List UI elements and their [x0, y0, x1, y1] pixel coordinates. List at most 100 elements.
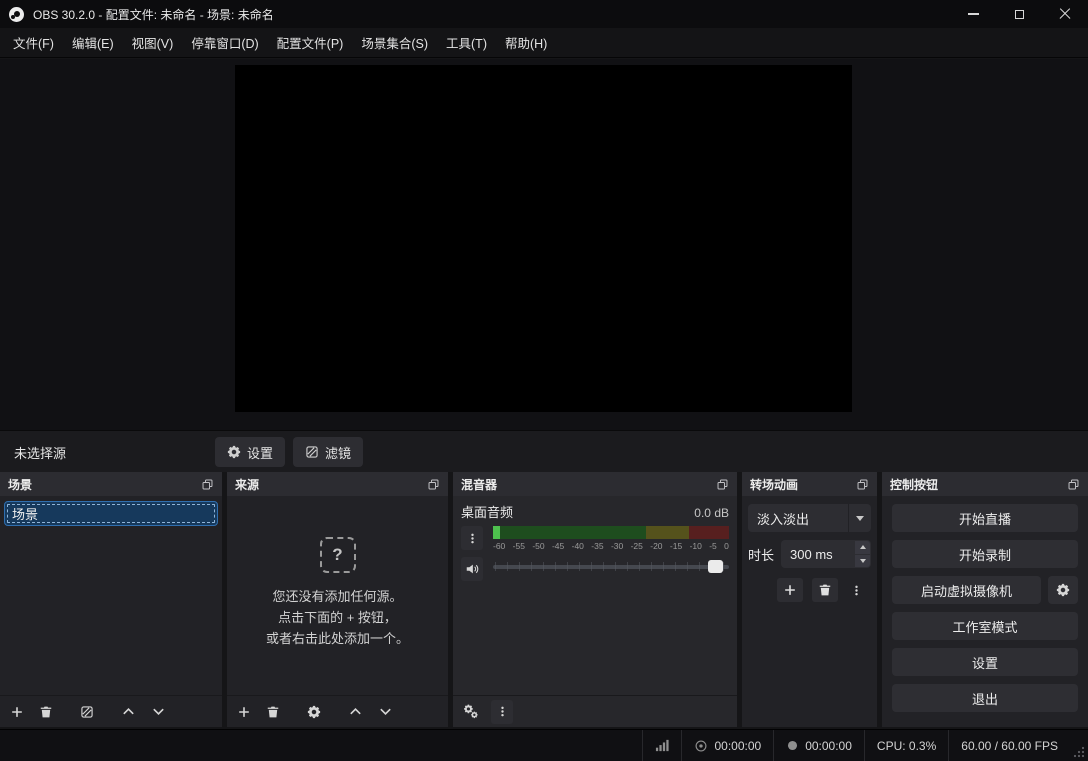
slider-handle[interactable] — [708, 560, 723, 573]
resize-grip[interactable] — [1070, 730, 1088, 761]
network-status — [642, 730, 681, 761]
mixer-menu-button[interactable] — [491, 699, 513, 724]
popout-dock-icon[interactable] — [427, 478, 440, 491]
trash-icon — [819, 584, 831, 596]
sources-empty-line: 点击下面的 + 按钮， — [278, 609, 397, 625]
popout-dock-icon[interactable] — [1067, 478, 1080, 491]
move-scene-up-button[interactable] — [121, 704, 136, 719]
menu-help[interactable]: 帮助(H) — [496, 28, 556, 57]
move-source-down-button[interactable] — [378, 704, 393, 719]
spin-down-button[interactable] — [855, 554, 870, 567]
chevron-down-icon — [380, 708, 391, 715]
move-source-up-button[interactable] — [348, 704, 363, 719]
move-scene-down-button[interactable] — [151, 704, 166, 719]
sources-dock-title: 来源 — [235, 477, 260, 492]
spin-up-button[interactable] — [855, 541, 870, 554]
transition-actions — [777, 578, 871, 602]
virtual-camera-settings-button[interactable] — [1048, 576, 1078, 604]
meter-tick: -30 — [610, 541, 624, 551]
start-streaming-button[interactable]: 开始直播 — [892, 504, 1078, 532]
scene-list-item[interactable]: 场景 — [4, 501, 218, 526]
select-dropdown-button[interactable] — [848, 504, 871, 532]
source-properties-button[interactable]: 设置 — [215, 437, 286, 467]
menu-file[interactable]: 文件(F) — [4, 28, 63, 57]
window-title: OBS 30.2.0 - 配置文件: 未命名 - 场景: 未命名 — [33, 7, 274, 22]
scenes-dock-title: 场景 — [8, 477, 33, 492]
speaker-icon — [466, 564, 479, 574]
channel-menu-button[interactable] — [461, 526, 483, 550]
minimize-button[interactable] — [950, 0, 996, 28]
filters-icon — [305, 445, 319, 459]
audio-level-db: 0.0 dB — [694, 506, 729, 520]
stream-timer: 00:00:00 — [681, 730, 773, 761]
sources-empty-area[interactable]: ? 您还没有添加任何源。 点击下面的 + 按钮， 或者右击此处添加一个。 — [227, 496, 448, 695]
source-context-toolbar: 未选择源 设置 滤镜 — [0, 430, 1088, 472]
volume-slider[interactable] — [493, 559, 729, 574]
dots-vertical-icon — [854, 585, 858, 595]
remove-scene-button[interactable] — [39, 705, 53, 719]
menu-profile[interactable]: 配置文件(P) — [268, 28, 353, 57]
meter-yellow-zone — [646, 526, 689, 539]
filter-icon — [82, 706, 92, 717]
chevron-down-icon — [859, 558, 866, 563]
transition-properties-button[interactable] — [847, 578, 865, 602]
mixer-toolbar — [453, 695, 737, 727]
obs-logo-icon — [9, 6, 24, 22]
controls-dock: 控制按钮 开始直播 开始录制 启动虚拟摄像机 工作室模式 设置 退出 — [882, 472, 1088, 727]
meter-tick: -40 — [571, 541, 584, 551]
maximize-button[interactable] — [996, 0, 1042, 28]
source-properties-label: 设置 — [247, 445, 274, 461]
plus-icon — [239, 706, 249, 717]
statusbar: 00:00:00 00:00:00 CPU: 0.3% 60.00 / 60.0… — [0, 729, 1088, 761]
sources-dock: 来源 ? 您还没有添加任何源。 点击下面的 + 按钮， 或者右击此处添加一个。 — [227, 472, 448, 727]
trash-icon — [40, 706, 52, 717]
controls-dock-title: 控制按钮 — [890, 477, 939, 492]
preview-canvas[interactable] — [235, 65, 852, 412]
meter-tick: -25 — [630, 541, 643, 551]
meter-tick: -5 — [709, 541, 717, 551]
spinbox-arrows — [854, 540, 871, 568]
menu-docks[interactable]: 停靠窗口(D) — [182, 28, 267, 57]
scene-list: 场景 — [0, 496, 222, 695]
start-recording-button[interactable]: 开始录制 — [892, 540, 1078, 568]
mute-button[interactable] — [461, 557, 483, 581]
fps-indicator: 60.00 / 60.00 FPS — [948, 730, 1070, 761]
menu-view[interactable]: 视图(V) — [123, 28, 183, 57]
add-transition-button[interactable] — [777, 578, 803, 602]
sources-dock-header: 来源 — [227, 472, 448, 496]
transition-duration-input[interactable]: 300 ms — [781, 540, 871, 568]
source-filters-button[interactable]: 滤镜 — [293, 437, 364, 467]
source-properties-toolbar-button[interactable] — [307, 705, 321, 719]
exit-button[interactable]: 退出 — [892, 684, 1078, 712]
remove-source-button[interactable] — [266, 705, 280, 719]
advanced-audio-button[interactable] — [463, 704, 479, 719]
controls-panel: 开始直播 开始录制 启动虚拟摄像机 工作室模式 设置 退出 — [882, 496, 1088, 712]
scene-filters-button[interactable] — [80, 705, 94, 719]
remove-transition-button[interactable] — [812, 578, 838, 602]
settings-button[interactable]: 设置 — [892, 648, 1078, 676]
trash-icon — [267, 706, 279, 717]
mixer-dock-title: 混音器 — [461, 477, 498, 492]
start-virtual-camera-button[interactable]: 启动虚拟摄像机 — [892, 576, 1041, 604]
menu-edit[interactable]: 编辑(E) — [63, 28, 123, 57]
close-button[interactable] — [1042, 0, 1088, 28]
studio-mode-button[interactable]: 工作室模式 — [892, 612, 1078, 640]
popout-dock-icon[interactable] — [716, 478, 729, 491]
record-time: 00:00:00 — [805, 738, 852, 753]
meter-tick: -20 — [650, 541, 663, 551]
transition-select[interactable]: 淡入淡出 — [748, 504, 871, 532]
meter-scale: -60 -55 -50 -45 -40 -35 -30 -25 -20 -15 … — [493, 541, 729, 551]
audio-mixer-dock: 混音器 桌面音频 0.0 dB -60 -55 -50 -45 -40 -35 … — [453, 472, 737, 727]
meter-red-zone — [688, 526, 729, 539]
add-source-button[interactable] — [237, 705, 251, 719]
chevron-up-icon — [123, 708, 134, 715]
audio-channel-name: 桌面音频 — [461, 505, 514, 520]
meter-tick: -15 — [669, 541, 683, 551]
add-scene-button[interactable] — [10, 705, 24, 719]
menubar: 文件(F) 编辑(E) 视图(V) 停靠窗口(D) 配置文件(P) 场景集合(S… — [0, 28, 1088, 58]
menu-tools[interactable]: 工具(T) — [437, 28, 496, 57]
meter-tick: -60 — [493, 541, 506, 551]
popout-dock-icon[interactable] — [856, 478, 869, 491]
menu-scene-collection[interactable]: 场景集合(S) — [352, 28, 437, 57]
popout-dock-icon[interactable] — [201, 478, 214, 491]
